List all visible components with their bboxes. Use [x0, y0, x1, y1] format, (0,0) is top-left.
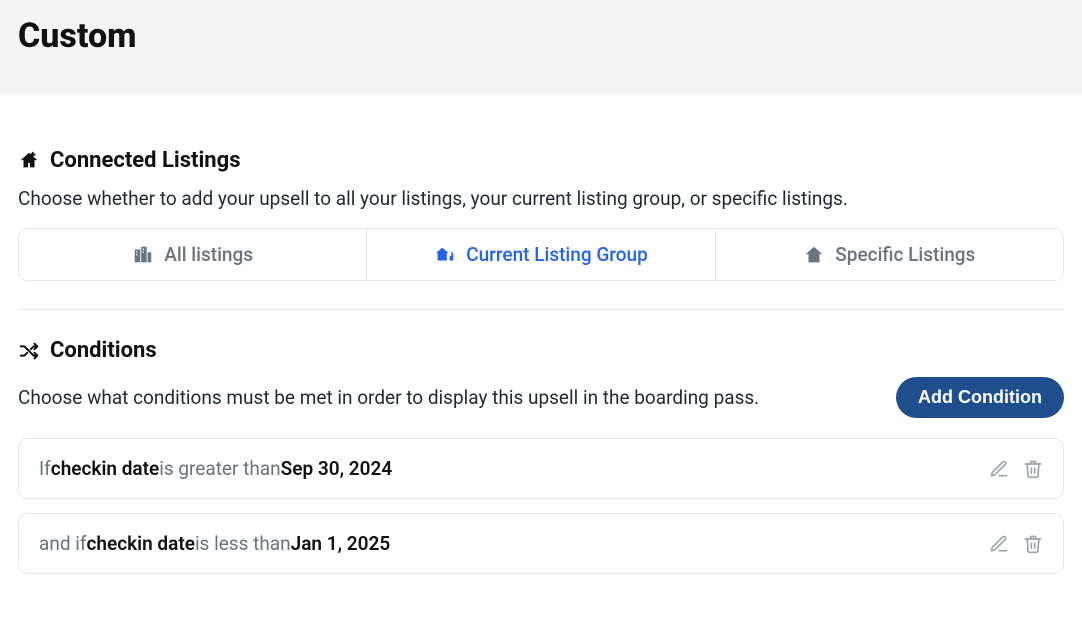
condition-text: and if checkin date is less than Jan 1, …	[39, 532, 390, 555]
tab-all-listings[interactable]: All listings	[19, 229, 367, 280]
buildings-icon	[132, 244, 154, 266]
tab-current-listing-group-label: Current Listing Group	[466, 243, 648, 266]
condition-field: checkin date	[86, 532, 194, 555]
tab-current-listing-group[interactable]: Current Listing Group	[367, 229, 715, 280]
connected-listings-title: Connected Listings	[50, 148, 241, 173]
condition-row: and if checkin date is less than Jan 1, …	[18, 513, 1064, 574]
conditions-title: Conditions	[50, 338, 157, 363]
page-header: Custom	[0, 0, 1082, 94]
house-group-icon	[434, 244, 456, 266]
condition-operator: is less than	[195, 532, 291, 555]
house-icon	[803, 244, 825, 266]
edit-icon[interactable]	[989, 459, 1009, 479]
conditions-header: Conditions	[18, 338, 1064, 363]
page-title: Custom	[18, 8, 1064, 56]
house-plus-icon	[18, 150, 40, 172]
condition-text: If checkin date is greater than Sep 30, …	[39, 457, 392, 480]
conditions-subheader: Choose what conditions must be met in or…	[18, 377, 1064, 418]
tab-specific-listings[interactable]: Specific Listings	[716, 229, 1063, 280]
trash-icon[interactable]	[1023, 534, 1043, 554]
condition-value: Sep 30, 2024	[281, 457, 393, 480]
condition-field: checkin date	[51, 457, 159, 480]
condition-prefix: If	[39, 457, 51, 480]
condition-row: If checkin date is greater than Sep 30, …	[18, 438, 1064, 499]
trash-icon[interactable]	[1023, 459, 1043, 479]
edit-icon[interactable]	[989, 534, 1009, 554]
condition-value: Jan 1, 2025	[291, 532, 391, 555]
condition-row-actions	[989, 459, 1043, 479]
condition-operator: is greater than	[159, 457, 280, 480]
content-area: Connected Listings Choose whether to add…	[0, 94, 1082, 606]
condition-row-actions	[989, 534, 1043, 554]
section-divider	[18, 309, 1064, 310]
add-condition-button[interactable]: Add Condition	[896, 377, 1064, 418]
tab-specific-listings-label: Specific Listings	[835, 243, 975, 266]
tab-all-listings-label: All listings	[164, 243, 253, 266]
condition-prefix: and if	[39, 532, 86, 555]
connected-listings-description: Choose whether to add your upsell to all…	[18, 187, 1064, 210]
conditions-description: Choose what conditions must be met in or…	[18, 386, 759, 409]
listing-scope-tabs: All listings Current Listing Group Speci…	[18, 228, 1064, 281]
shuffle-icon	[18, 340, 40, 362]
connected-listings-header: Connected Listings	[18, 148, 1064, 173]
